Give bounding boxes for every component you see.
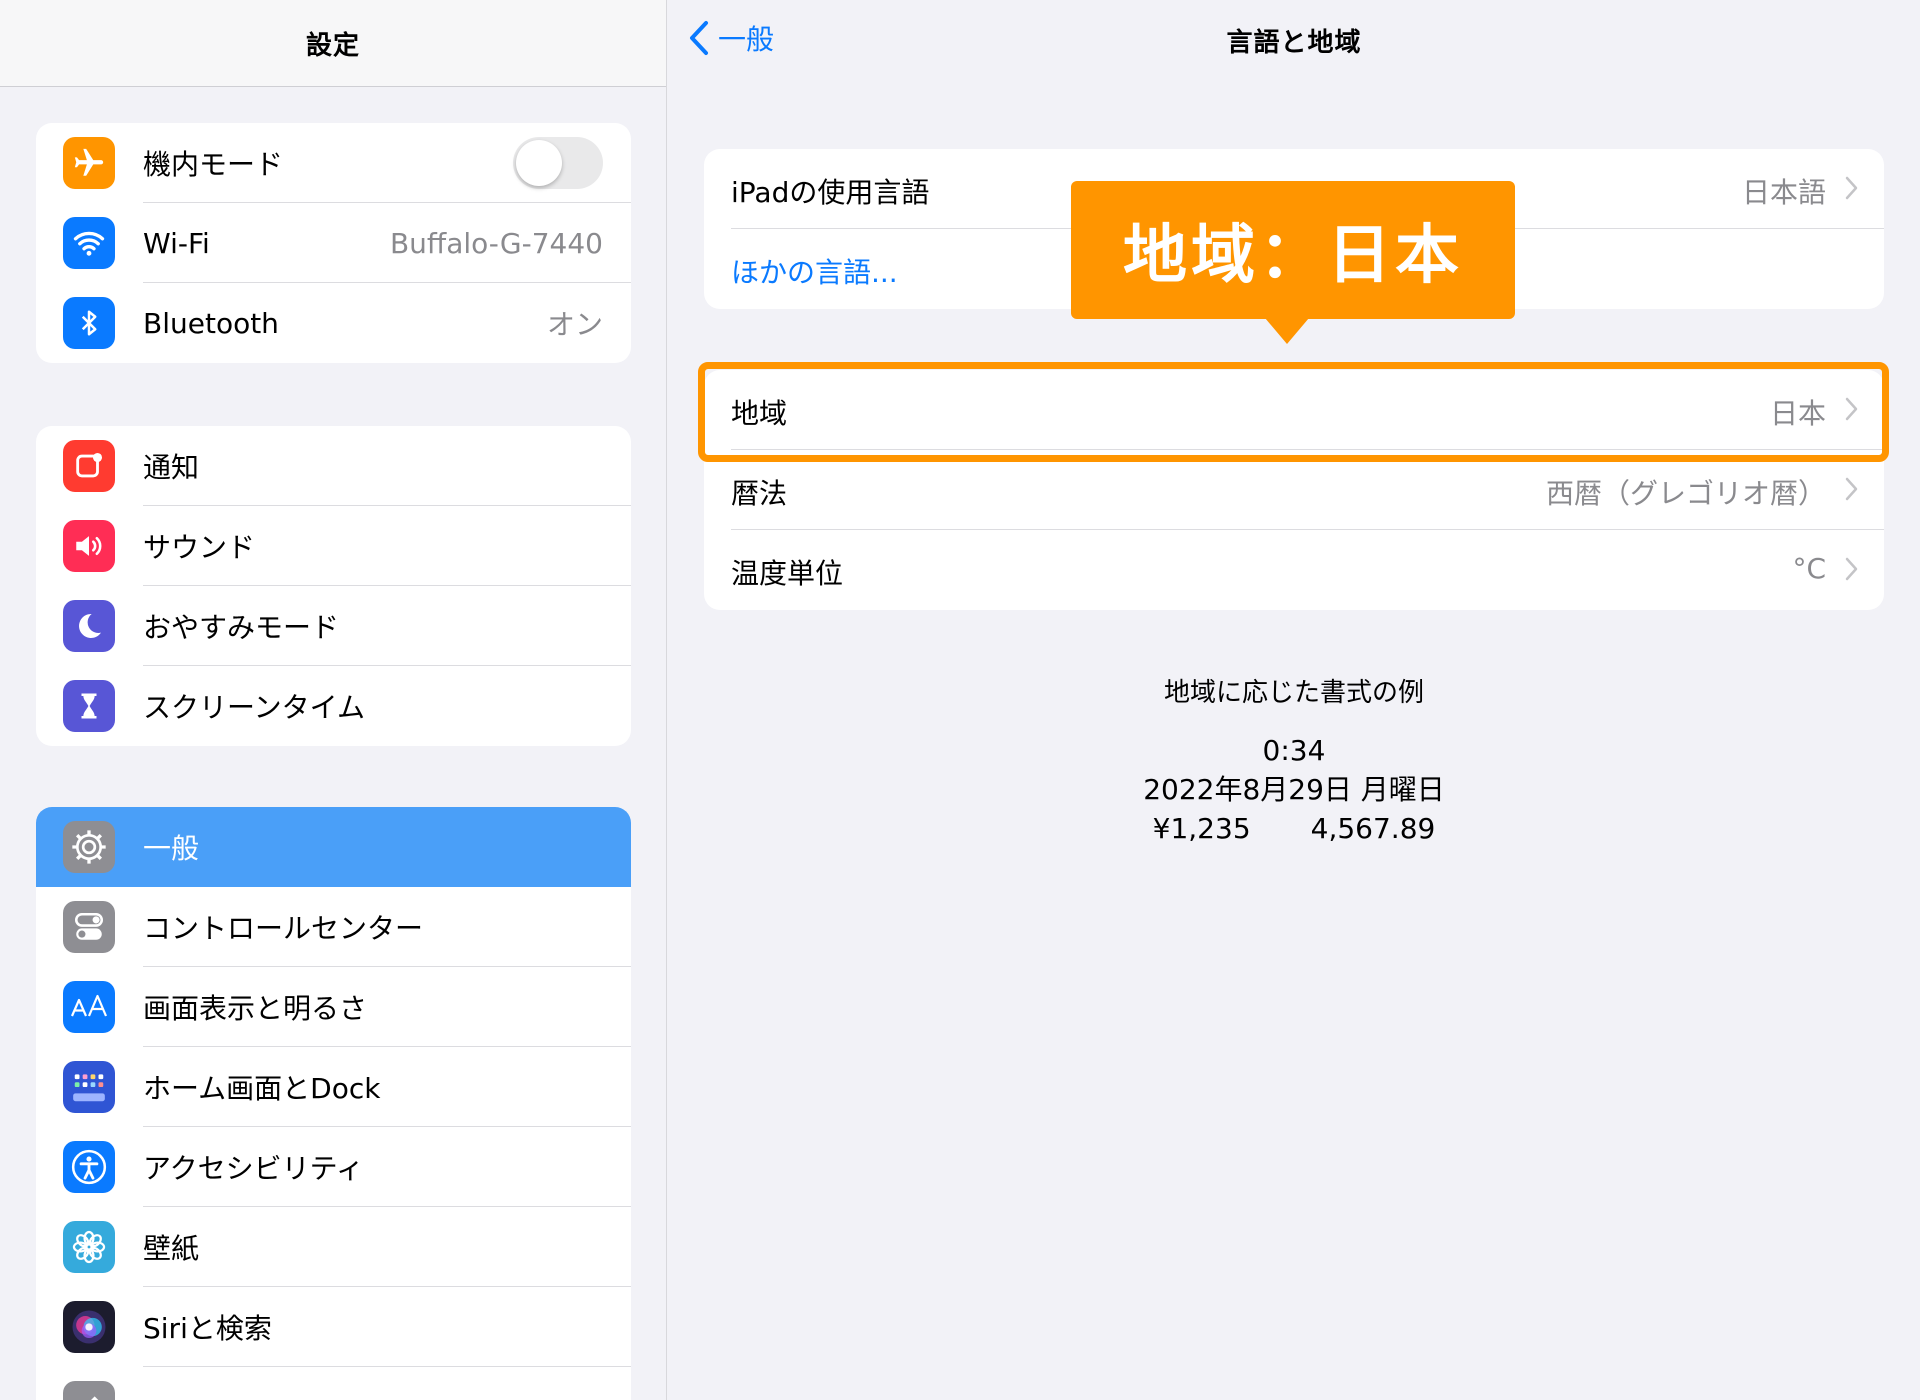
sidebar-item-wallpaper[interactable]: 壁紙 — [36, 1207, 631, 1287]
settings-sidebar: 設定 機内モード Wi-Fi Buffalo-G-7440 Bluetooth … — [0, 0, 667, 1400]
sidebar-item-control-center[interactable]: コントロールセンター — [36, 887, 631, 967]
wallpaper-flower-icon — [63, 1221, 115, 1273]
bluetooth-status: オン — [546, 308, 603, 341]
display-aa-icon — [63, 981, 115, 1033]
language-region-pane: 一般 言語と地域 iPadの使用言語 日本語 ほかの言語... 地域 日本 暦法… — [668, 0, 1920, 1400]
sidebar-group-connectivity: 機内モード Wi-Fi Buffalo-G-7440 Bluetooth オン — [36, 123, 631, 363]
speaker-icon — [63, 520, 115, 572]
page-title: 言語と地域 — [1226, 28, 1362, 58]
pencil-icon — [63, 1381, 115, 1400]
gear-icon — [63, 821, 115, 873]
other-languages-link[interactable]: ほかの言語... — [731, 251, 898, 291]
sidebar-item-label: Wi-Fi — [143, 226, 210, 260]
moon-icon — [63, 600, 115, 652]
wifi-icon — [63, 217, 115, 269]
sidebar-item-screen-time[interactable]: スクリーンタイム — [36, 666, 631, 746]
temperature-label: 温度単位 — [731, 557, 844, 590]
sidebar-item-do-not-disturb[interactable]: おやすみモード — [36, 586, 631, 666]
example-date: 2022年8月29日 月曜日 — [1143, 773, 1445, 806]
region-highlight-box — [698, 362, 1889, 462]
sidebar-item-label: コントロールセンター — [143, 912, 424, 945]
sidebar-item-home-screen-dock[interactable]: ホーム画面とDock — [36, 1047, 631, 1127]
home-screen-grid-icon — [63, 1061, 115, 1113]
sidebar-group-notifications: 通知 サウンド おやすみモード スクリーンタイム — [36, 426, 631, 746]
calendar-row[interactable]: 暦法 西暦（グレゴリオ暦） — [704, 450, 1884, 530]
accessibility-icon — [63, 1141, 115, 1193]
callout-pointer — [1265, 318, 1309, 344]
chevron-right-icon — [1845, 176, 1858, 200]
siri-icon — [63, 1301, 115, 1353]
sidebar-item-sounds[interactable]: サウンド — [36, 506, 631, 586]
region-callout: 地域：日本 — [1071, 181, 1515, 319]
calendar-value: 西暦（グレゴリオ暦） — [1545, 477, 1826, 510]
format-example-title: 地域に応じた書式の例 — [1163, 678, 1424, 708]
sidebar-item-label: 壁紙 — [143, 1232, 200, 1265]
control-center-icon — [63, 901, 115, 953]
airplane-icon — [63, 137, 115, 189]
temperature-value: °C — [1792, 552, 1826, 585]
sidebar-item-bluetooth[interactable]: Bluetooth オン — [36, 283, 631, 363]
sidebar-item-general[interactable]: 一般 — [36, 807, 631, 887]
format-example: 地域に応じた書式の例 0:34 2022年8月29日 月曜日 ¥1,235 4,… — [668, 672, 1920, 848]
airplane-mode-toggle[interactable] — [513, 137, 603, 189]
example-time: 0:34 — [1262, 734, 1326, 767]
sidebar-item-label: サウンド — [143, 531, 256, 564]
sidebar-group-general: 一般 コントロールセンター 画面表示と明るさ ホーム画面とDock アクセシビリ… — [36, 807, 631, 1400]
sidebar-header: 設定 — [0, 0, 666, 87]
sidebar-item-label: アクセシビリティ — [143, 1152, 364, 1185]
sidebar-item-partial[interactable] — [36, 1367, 631, 1400]
hourglass-icon — [63, 680, 115, 732]
calendar-label: 暦法 — [731, 477, 788, 510]
sidebar-item-siri-search[interactable]: Siriと検索 — [36, 1287, 631, 1367]
sidebar-title: 設定 — [305, 30, 360, 61]
sidebar-item-notifications[interactable]: 通知 — [36, 426, 631, 506]
sidebar-item-label: Bluetooth — [143, 306, 279, 340]
callout-text: 地域：日本 — [1123, 219, 1463, 293]
example-number: 4,567.89 — [1310, 812, 1436, 845]
sidebar-item-airplane-mode[interactable]: 機内モード — [36, 123, 631, 203]
chevron-right-icon — [1845, 477, 1858, 501]
sidebar-item-label: ホーム画面とDock — [143, 1072, 381, 1105]
sidebar-item-label: 通知 — [143, 451, 200, 484]
sidebar-item-label: Siriと検索 — [143, 1312, 272, 1345]
sidebar-item-accessibility[interactable]: アクセシビリティ — [36, 1127, 631, 1207]
wifi-network-name: Buffalo-G-7440 — [389, 226, 603, 260]
sidebar-item-label: おやすみモード — [143, 611, 340, 644]
sidebar-item-label: スクリーンタイム — [143, 691, 366, 724]
sidebar-item-label: 機内モード — [143, 148, 284, 181]
temperature-row[interactable]: 温度単位 °C — [704, 530, 1884, 610]
example-numbers: ¥1,235 4,567.89 — [668, 809, 1920, 848]
sidebar-item-label: 画面表示と明るさ — [143, 992, 368, 1025]
ipad-language-value: 日本語 — [1741, 176, 1826, 209]
bluetooth-icon — [63, 297, 115, 349]
sidebar-item-display-brightness[interactable]: 画面表示と明るさ — [36, 967, 631, 1047]
chevron-right-icon — [1845, 557, 1858, 581]
example-currency: ¥1,235 — [1152, 812, 1251, 845]
ipad-language-label: iPadの使用言語 — [731, 176, 930, 209]
sidebar-item-label: 一般 — [143, 832, 200, 865]
toggle-knob — [516, 140, 562, 186]
sidebar-item-wifi[interactable]: Wi-Fi Buffalo-G-7440 — [36, 203, 631, 283]
notifications-icon — [63, 440, 115, 492]
